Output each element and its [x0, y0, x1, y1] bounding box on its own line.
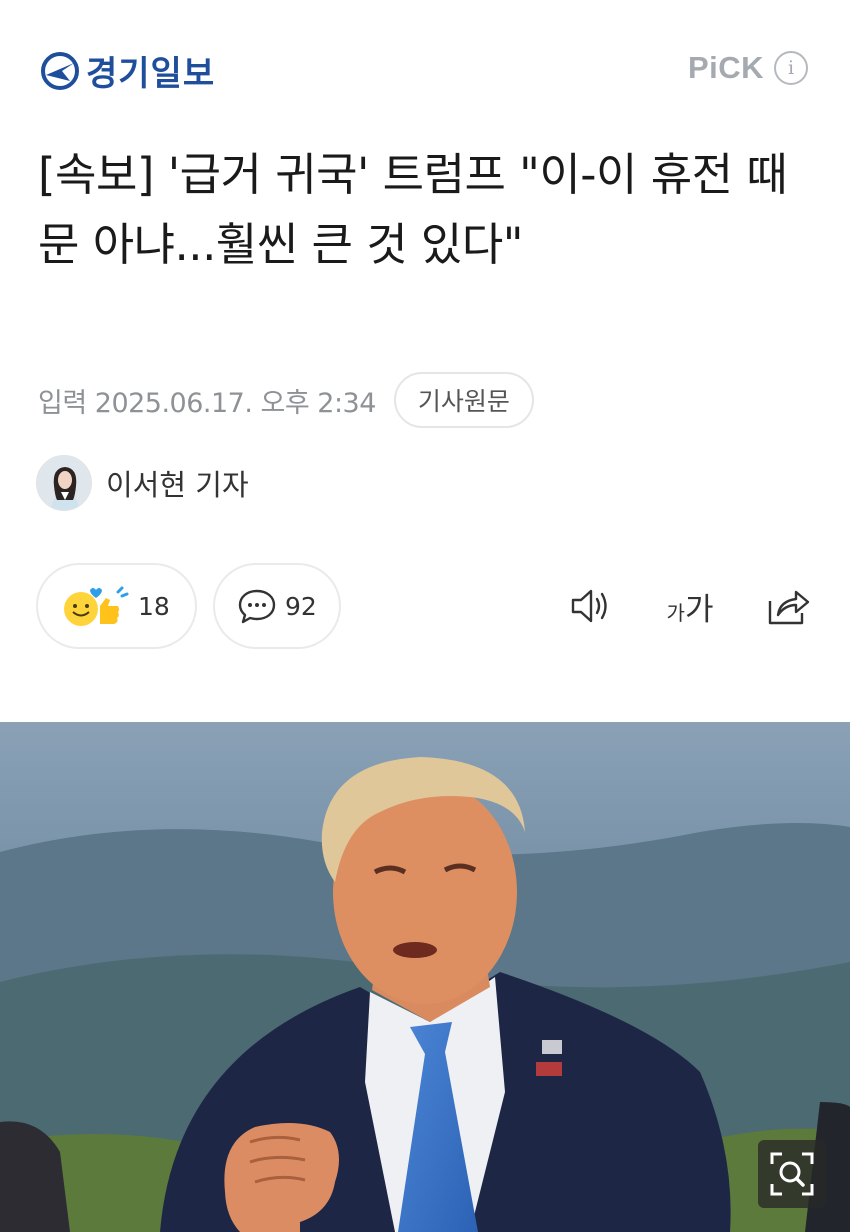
font-big-glyph: 가: [684, 591, 714, 628]
font-small-glyph: 가: [666, 600, 685, 625]
publisher-logo[interactable]: 경기일보: [40, 46, 215, 95]
reaction-icon: [64, 586, 129, 626]
zoom-icon: [770, 1152, 814, 1196]
article-meta: 입력 2025.06.17. 오후 2:34 기사원문: [38, 372, 534, 428]
font-size-icon: 가가: [667, 584, 714, 629]
reaction-count: 18: [138, 591, 170, 621]
pick-label: PiCK: [688, 50, 765, 85]
comment-count: 92: [285, 591, 317, 621]
pick-badge[interactable]: PiCK i: [688, 50, 809, 86]
speaker-icon: [571, 589, 607, 623]
article-image: [0, 722, 850, 1232]
comment-icon: [238, 589, 276, 624]
read-aloud-button[interactable]: [566, 581, 616, 631]
original-article-button[interactable]: 기사원문: [393, 372, 534, 428]
logo-text: 경기일보: [86, 54, 216, 94]
font-size-button[interactable]: 가가: [660, 581, 720, 631]
comment-button[interactable]: 92: [213, 563, 341, 649]
reaction-button[interactable]: 18: [36, 563, 197, 649]
reporter[interactable]: 이서현 기자: [36, 455, 249, 511]
logo-icon: [41, 51, 79, 90]
share-icon: [768, 590, 810, 625]
action-bar: 18 92 가가: [36, 563, 816, 649]
header: 경기일보 PiCK i: [0, 0, 850, 130]
avatar-image: [37, 456, 91, 510]
reporter-name: 이서현 기자: [106, 468, 249, 502]
published-date: 입력 2025.06.17. 오후 2:34: [38, 387, 376, 419]
article-photo[interactable]: [0, 722, 850, 1232]
share-button[interactable]: [764, 581, 814, 631]
article-title: [속보] '급거 귀국' 트럼프 "이-이 휴전 때문 아냐...훨씬 큰 것 …: [38, 148, 788, 271]
avatar[interactable]: [36, 455, 92, 511]
info-icon[interactable]: i: [774, 51, 809, 85]
photo-zoom-button[interactable]: [758, 1140, 826, 1208]
